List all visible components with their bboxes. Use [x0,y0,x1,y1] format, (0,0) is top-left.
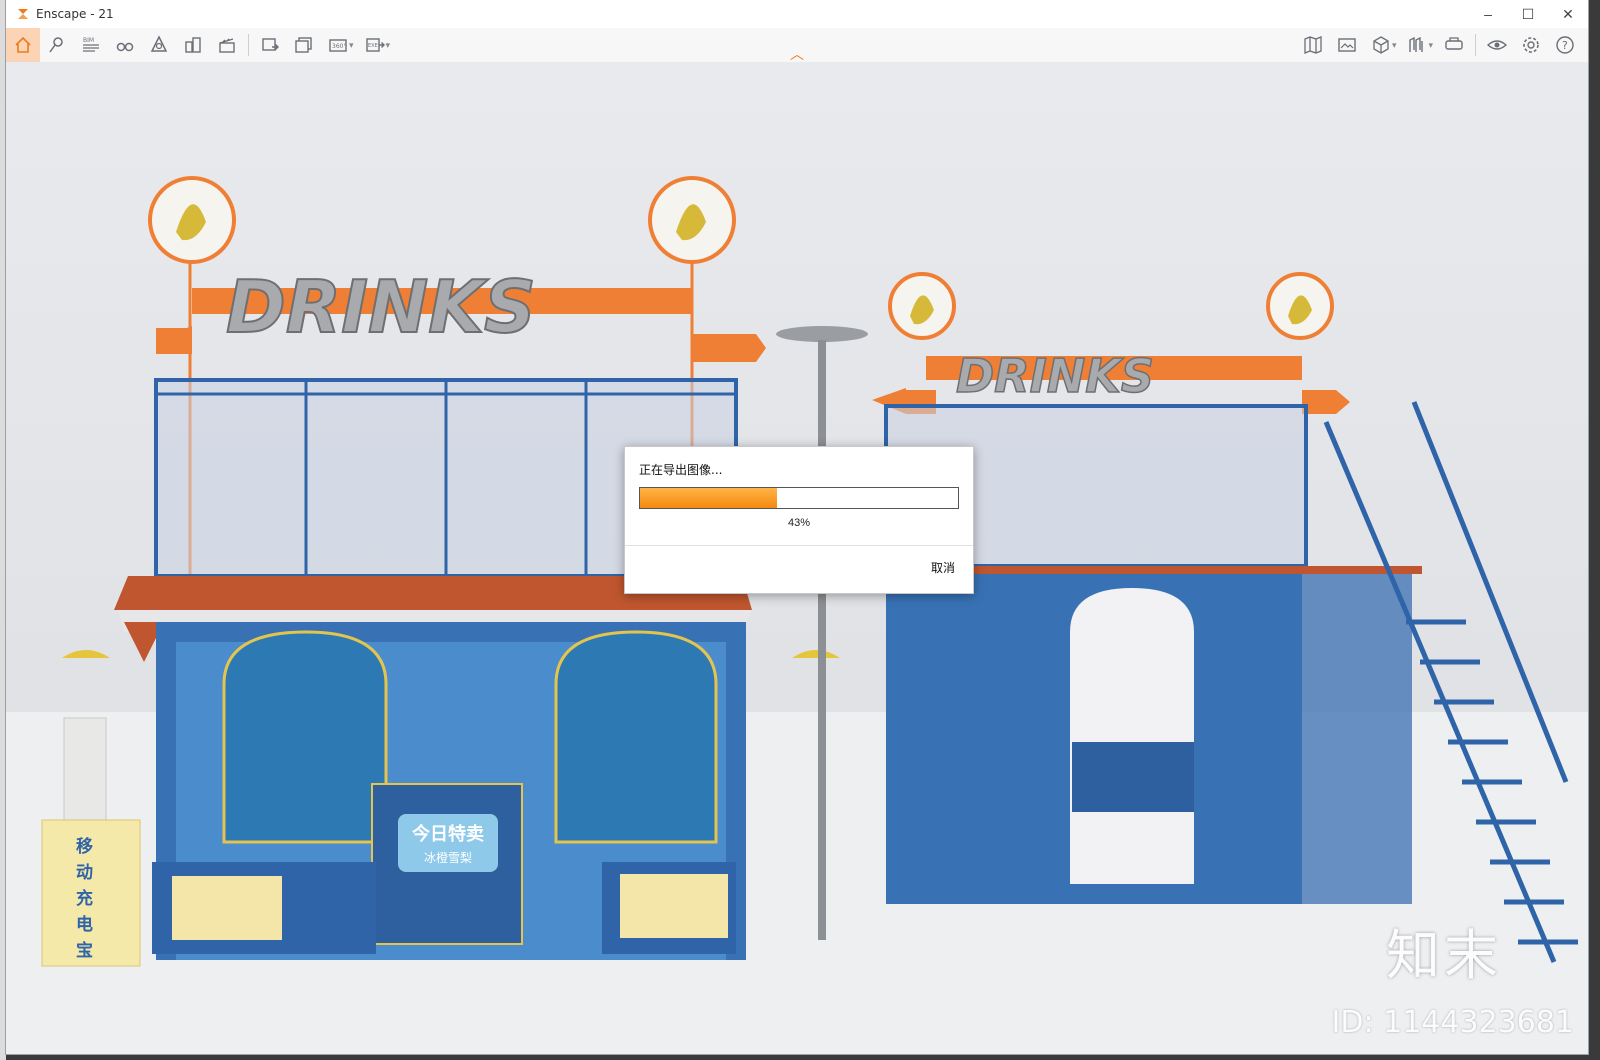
maximize-button[interactable]: ☐ [1508,0,1548,28]
dialog-title: 正在导出图像... [639,463,723,477]
help-icon: ? [1556,36,1574,54]
help-button[interactable]: ? [1548,28,1582,62]
enscape-logo-icon [18,9,28,19]
video-editor-button[interactable] [210,28,244,62]
vr-headset-icon [1445,37,1463,50]
location-pin-icon [49,37,63,53]
window-title: Enscape - 21 [36,7,114,21]
collapse-toolbar-icon[interactable]: ︿ [790,44,804,64]
svg-text:?: ? [1562,39,1568,52]
views-button[interactable] [108,28,142,62]
minimize-button[interactable]: – [1468,0,1508,28]
svg-text:BIM: BIM [83,37,94,44]
drinks-sign-right: DRINKS [956,349,1154,403]
special-subtitle: 冰橙雪梨 [424,850,472,865]
cube-icon [1373,36,1389,54]
buildings-icon [185,37,201,53]
sections-dropdown-icon[interactable]: ▾ [1428,40,1433,51]
sections-icon [1409,36,1424,52]
cube-dropdown-icon[interactable]: ▾ [1392,40,1397,51]
toolbar-separator [248,34,249,56]
asset-library-button[interactable] [142,28,176,62]
progress-percent: 43% [787,517,811,529]
map-button[interactable] [1296,28,1330,62]
progress-bar-fill [640,488,777,508]
location-button[interactable] [40,28,74,62]
window-controls: – ☐ ✕ [1468,0,1588,28]
cancel-button[interactable]: 取消 [931,559,955,576]
batch-render-icon [295,37,312,53]
eye-icon [1487,40,1507,50]
settings-button[interactable] [1514,28,1548,62]
gallery-button[interactable] [1330,28,1364,62]
clapperboard-icon [219,38,235,53]
watermark-brand: 知末 [1386,924,1502,987]
home-button[interactable] [6,28,40,62]
panorama-360-icon: 360° [329,39,347,52]
export-progress-dialog: 正在导出图像... 43% 取消 [624,446,974,594]
special-title: 今日特卖 [412,823,484,845]
svg-text:充: 充 [76,888,93,909]
bim-icon: BIM [83,37,99,52]
visual-settings-button[interactable] [1480,28,1514,62]
svg-text:EXE: EXE [368,43,378,49]
title-bar: Enscape - 21 – ☐ ✕ [6,0,1588,28]
progress-bar [639,487,959,509]
svg-text:宝: 宝 [76,940,93,961]
binoculars-icon [116,42,134,52]
svg-text:移: 移 [76,836,93,857]
close-button[interactable]: ✕ [1548,0,1588,28]
gallery-icon [1338,38,1356,52]
home-icon [15,36,31,53]
site-context-button[interactable] [176,28,210,62]
svg-text:动: 动 [76,863,93,883]
vr-button[interactable] [1437,28,1471,62]
watermark-id: ID: 1144323681 [1331,1005,1574,1040]
settings-icon [1523,37,1539,53]
toolbar-separator-right [1475,34,1476,56]
svg-text:电: 电 [76,914,93,935]
screenshot-icon [262,38,279,51]
svg-text:360°: 360° [332,43,346,50]
asset-icon [150,35,168,52]
screenshot-button[interactable] [253,28,287,62]
toolbar-right: ▾ ▾ ? [1296,28,1582,62]
dialog-divider [625,545,973,546]
batch-render-button[interactable] [287,28,321,62]
enscape-window: Enscape - 21 – ☐ ✕ BIM 360° ▾ EXE ▾ ▾ ▾ … [6,0,1588,1054]
map-icon [1304,36,1322,54]
export-dropdown-icon[interactable]: ▾ [386,40,391,51]
export-exe-icon: EXE [365,38,385,52]
panorama-dropdown-icon[interactable]: ▾ [349,40,354,51]
bim-button[interactable]: BIM [74,28,108,62]
drinks-sign-left: DRINKS [226,265,536,349]
